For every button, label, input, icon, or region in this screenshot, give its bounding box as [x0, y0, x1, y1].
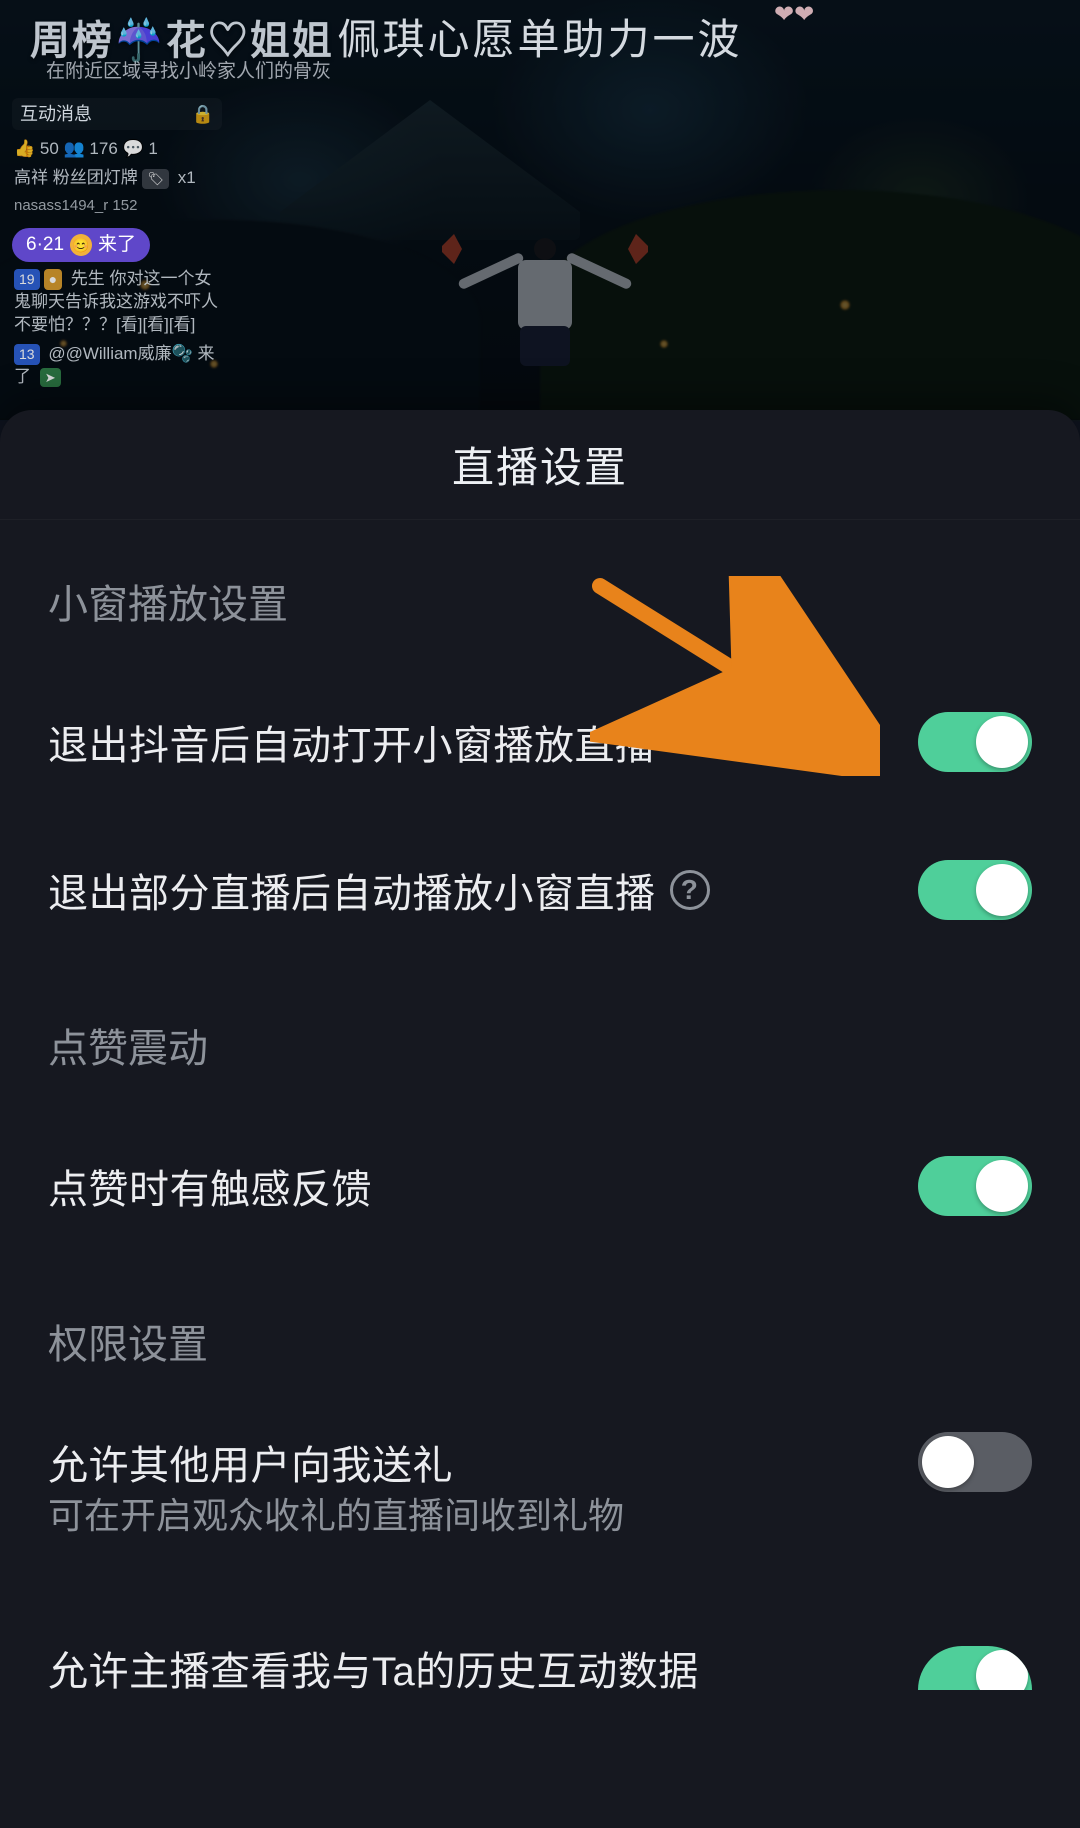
row-allow-history[interactable]: 允许主播查看我与Ta的历史互动数据 — [0, 1585, 1080, 1741]
row-pip-auto-open-label: 退出抖音后自动打开小窗播放直播 — [48, 713, 656, 771]
chat-message: 19● 先生 你对这一个女鬼聊天告诉我这游戏不吓人不要怕？？？[看][看][看] — [14, 268, 220, 337]
section-perm-label: 权限设置 — [0, 1260, 1080, 1400]
pill-prefix: 6·21 — [26, 232, 64, 258]
section-pip-label: 小窗播放设置 — [0, 520, 1080, 660]
help-icon[interactable]: ? — [670, 870, 710, 910]
toggle-allow-history[interactable] — [918, 1646, 1032, 1690]
chat-fan-badge: 高祥 粉丝团灯牌 🏷 x1 — [14, 167, 220, 190]
toggle-allow-gifts[interactable] — [918, 1432, 1032, 1492]
row-pip-auto-open[interactable]: 退出抖音后自动打开小窗播放直播 — [0, 668, 1080, 816]
chat-header-label: 互动消息 — [20, 102, 92, 126]
live-chat-panel: 互动消息 🔒 👍 50 👥 176 💬 1 高祥 粉丝团灯牌 🏷 x1 nasa… — [12, 98, 222, 395]
pill-text: 来了 — [98, 232, 136, 258]
toggle-pip-auto-open[interactable] — [918, 712, 1032, 772]
chat-stats: 👍 50 👥 176 💬 1 — [14, 138, 220, 161]
sheet-title: 直播设置 — [452, 434, 628, 495]
live-settings-sheet: 直播设置 小窗播放设置 退出抖音后自动打开小窗播放直播 退出部分直播后自动播放小… — [0, 410, 1080, 1828]
row-allow-gifts-label: 允许其他用户向我送礼 — [48, 1433, 453, 1491]
hearts-icon: ❤︎❤︎ — [774, 0, 814, 29]
lock-icon: 🔒 — [192, 102, 214, 126]
chat-join-row: 13 @@William威廉🫧 来了 ➤ — [14, 343, 220, 389]
join-pill: 6·21 😊 来了 — [12, 228, 150, 262]
sheet-header: 直播设置 — [0, 410, 1080, 520]
toggle-like-haptic[interactable] — [918, 1156, 1032, 1216]
section-like-label: 点赞震动 — [0, 964, 1080, 1104]
row-pip-partial-label: 退出部分直播后自动播放小窗直播 ? — [48, 861, 710, 919]
row-pip-partial[interactable]: 退出部分直播后自动播放小窗直播 ? — [0, 816, 1080, 964]
chat-header: 互动消息 🔒 — [12, 98, 222, 130]
chat-meta: nasass1494_r 152 — [14, 196, 220, 216]
emoji-icon: 😊 — [70, 234, 92, 256]
row-allow-gifts-desc: 可在开启观众收礼的直播间收到礼物 — [0, 1492, 780, 1585]
row-like-haptic[interactable]: 点赞时有触感反馈 — [0, 1112, 1080, 1260]
wish-list-title: 佩琪心愿单助力一波 — [0, 6, 1080, 67]
row-allow-history-label: 允许主播查看我与Ta的历史互动数据 — [48, 1639, 699, 1697]
toggle-pip-partial[interactable] — [918, 860, 1032, 920]
row-like-haptic-label: 点赞时有触感反馈 — [48, 1157, 372, 1215]
